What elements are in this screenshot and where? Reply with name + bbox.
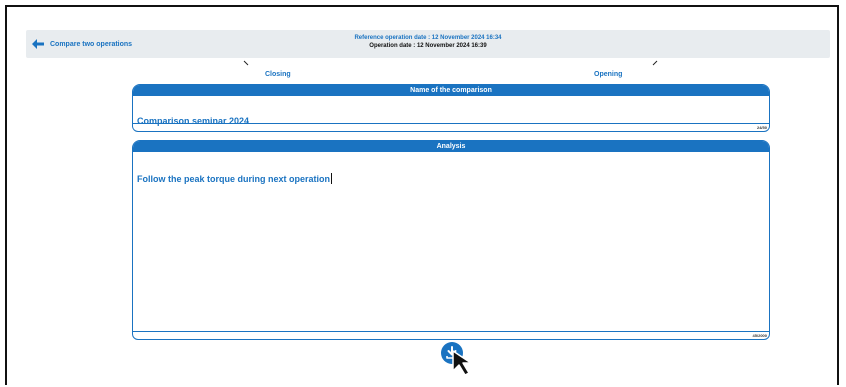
text-caret: [331, 173, 333, 184]
operation-dates: Reference operation date : 12 November 2…: [26, 34, 830, 50]
reference-date: Reference operation date : 12 November 2…: [354, 35, 502, 41]
operation-date: Operation date : 12 November 2024 16:39: [369, 43, 487, 49]
analysis-title: Analysis: [133, 141, 769, 152]
closing-label: Closing: [265, 71, 291, 78]
analysis-panel: Analysis Follow the peak torque during n…: [132, 140, 770, 340]
left-connector-tick: [243, 60, 249, 66]
analysis-counter: 45/2000: [133, 331, 769, 339]
opening-label: Opening: [594, 71, 623, 78]
mouse-pointer-icon: [452, 350, 472, 376]
header-bar: Compare two operations Reference operati…: [26, 30, 830, 58]
analysis-text: Follow the peak torque during next opera…: [137, 174, 331, 184]
right-connector-tick: [652, 60, 658, 66]
comparison-name-panel: Name of the comparison Comparison semina…: [132, 84, 770, 132]
analysis-textarea[interactable]: Follow the peak torque during next opera…: [137, 173, 333, 184]
comparison-name-title: Name of the comparison: [133, 85, 769, 96]
comparison-name-counter: 24/50: [133, 123, 769, 131]
